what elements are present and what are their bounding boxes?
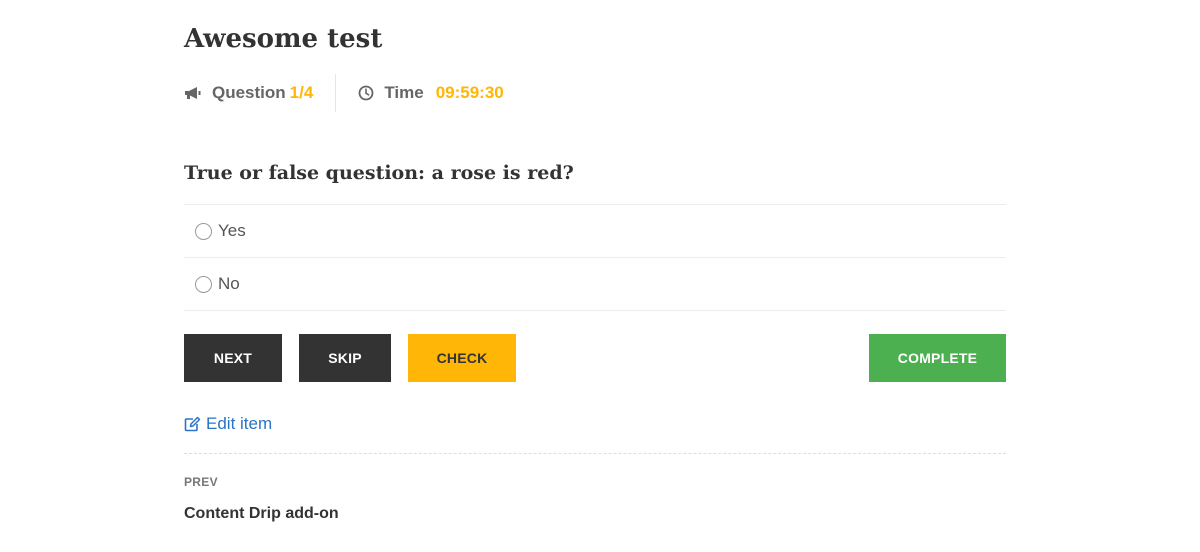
prev-item-link[interactable]: Content Drip add-on (184, 505, 339, 523)
page-title: Awesome test (184, 24, 383, 54)
section-divider (184, 453, 1006, 454)
answer-label: Yes (218, 221, 246, 240)
edit-item-label: Edit item (206, 414, 273, 433)
answer-option-yes[interactable]: Yes (184, 205, 1006, 258)
question-counter: Question 1/4 (184, 83, 313, 103)
next-button[interactable]: NEXT (184, 334, 282, 382)
edit-item-link[interactable]: Edit item (184, 414, 272, 434)
radio-button[interactable] (195, 275, 212, 293)
edit-icon (184, 416, 201, 432)
answer-label: No (218, 274, 240, 293)
complete-button[interactable]: COMPLETE (869, 334, 1006, 382)
quiz-meta: Question 1/4 Time 09:59:30 (184, 74, 504, 112)
meta-divider (335, 74, 337, 112)
answer-option-no[interactable]: No (184, 258, 1006, 311)
prev-label: PREV (184, 475, 218, 489)
skip-button[interactable]: SKIP (299, 334, 391, 382)
clock-icon (358, 85, 374, 101)
timer-label: Time (384, 83, 424, 102)
question-counter-value: 1/4 (289, 83, 314, 102)
radio-button[interactable] (195, 222, 212, 240)
megaphone-icon (184, 86, 202, 100)
quiz-timer: Time 09:59:30 (358, 83, 504, 103)
answer-list: Yes No (184, 204, 1006, 311)
question-text: True or false question: a rose is red? (184, 162, 574, 184)
timer-value: 09:59:30 (435, 83, 504, 102)
question-counter-label: Question (212, 83, 286, 102)
check-button[interactable]: CHECK (408, 334, 516, 382)
